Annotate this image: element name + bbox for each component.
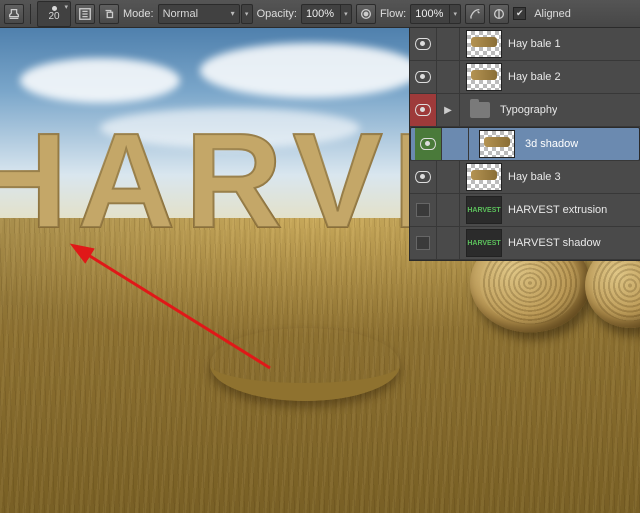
eye-icon (420, 138, 436, 150)
brush-dot-icon (52, 6, 57, 11)
brush-size-value: 20 (48, 12, 59, 22)
layers-panel: Hay bale 1 Hay bale 2 ▶ Typography 3d shadow… (409, 28, 640, 261)
brush-preset-picker[interactable]: 20 ▾ (37, 1, 71, 27)
layer-thumbnail (466, 30, 502, 58)
layer-extras[interactable] (437, 161, 460, 193)
aligned-checkbox[interactable]: ✔ (513, 7, 526, 20)
layer-extras[interactable] (437, 227, 460, 259)
empty-visibility-icon (416, 203, 430, 217)
opacity-input[interactable]: 100% (301, 4, 341, 24)
opacity-label: Opacity: (257, 8, 297, 20)
pressure-size-button[interactable] (489, 4, 509, 24)
layer-row[interactable]: Hay bale 3 (410, 161, 640, 194)
eye-icon (415, 104, 431, 116)
layer-name[interactable]: Hay bale 1 (508, 38, 561, 50)
app-window: 20 ▾ Mode: Normal ▾ ▾ Opacity: 100% ▾ Fl… (0, 0, 640, 513)
flow-input-group: 100% ▾ (410, 4, 461, 24)
layer-extras[interactable] (437, 61, 460, 93)
layer-name[interactable]: HARVEST extrusion (508, 204, 607, 216)
empty-visibility-icon (416, 236, 430, 250)
layer-row[interactable]: Hay bale 1 (410, 28, 640, 61)
layer-name[interactable]: Hay bale 2 (508, 71, 561, 83)
visibility-toggle[interactable] (410, 227, 437, 259)
visibility-toggle[interactable] (415, 128, 442, 160)
blend-mode-value: Normal (163, 8, 198, 20)
separator (30, 4, 31, 24)
layer-row[interactable]: HARVEST HARVEST extrusion (410, 194, 640, 227)
visibility-toggle[interactable] (410, 161, 437, 193)
flow-label: Flow: (380, 8, 406, 20)
stamp-tool-icon[interactable] (4, 4, 24, 24)
layer-name[interactable]: Typography (500, 104, 557, 116)
visibility-toggle[interactable] (410, 194, 437, 226)
opacity-input-group: 100% ▾ (301, 4, 352, 24)
layer-name[interactable]: 3d shadow (525, 138, 578, 150)
layer-name[interactable]: Hay bale 3 (508, 171, 561, 183)
flow-scrubber[interactable]: ▾ (450, 4, 461, 24)
hay-bale-half (210, 328, 400, 401)
layer-extras[interactable] (446, 128, 469, 160)
blend-mode-select[interactable]: Normal ▾ (158, 4, 240, 24)
pressure-opacity-button[interactable] (356, 4, 376, 24)
visibility-toggle[interactable] (410, 61, 437, 93)
layer-thumbnail: HARVEST (466, 229, 502, 257)
layer-row[interactable]: 3d shadow (410, 127, 640, 161)
flow-input[interactable]: 100% (410, 4, 450, 24)
layer-thumbnail: HARVEST (466, 196, 502, 224)
opacity-scrubber[interactable]: ▾ (341, 4, 352, 24)
mode-label: Mode: (123, 8, 154, 20)
chevron-down-icon: ▾ (64, 4, 68, 11)
aligned-label: Aligned (534, 8, 571, 20)
folder-icon (470, 102, 490, 118)
brush-panel-button[interactable] (75, 4, 95, 24)
layer-extras[interactable]: ▶ (437, 94, 460, 126)
layer-thumbnail (479, 130, 515, 158)
visibility-toggle[interactable] (410, 94, 437, 126)
layer-row[interactable]: HARVEST HARVEST shadow (410, 227, 640, 260)
eye-icon (415, 171, 431, 183)
eye-icon (415, 38, 431, 50)
layer-name[interactable]: HARVEST shadow (508, 237, 601, 249)
eye-icon (415, 71, 431, 83)
chevron-down-icon: ▾ (231, 9, 235, 18)
layer-extras[interactable] (437, 28, 460, 60)
layer-thumbnail (466, 63, 502, 91)
visibility-toggle[interactable] (410, 28, 437, 60)
layer-row[interactable]: Hay bale 2 (410, 61, 640, 94)
options-bar: 20 ▾ Mode: Normal ▾ ▾ Opacity: 100% ▾ Fl… (0, 0, 640, 28)
layer-row[interactable]: ▶ Typography (410, 94, 640, 127)
layer-extras[interactable] (437, 194, 460, 226)
mode-extra-button[interactable]: ▾ (241, 4, 253, 24)
clone-source-button[interactable] (99, 4, 119, 24)
airbrush-button[interactable] (465, 4, 485, 24)
layer-thumbnail (466, 163, 502, 191)
